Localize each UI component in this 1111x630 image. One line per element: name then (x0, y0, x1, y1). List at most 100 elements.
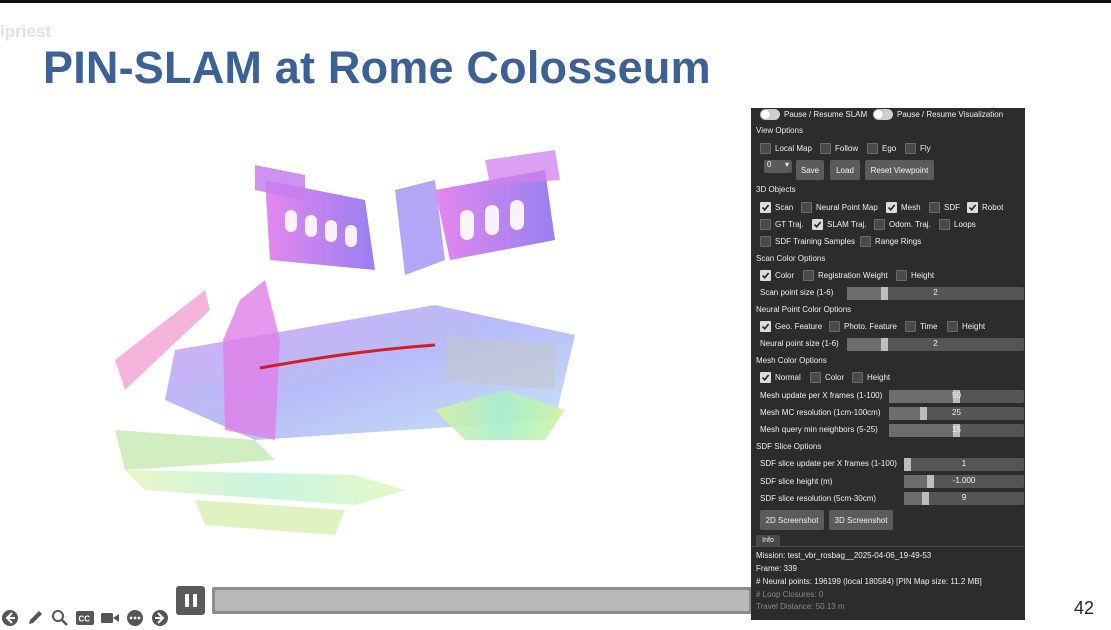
ego-label: Ego (882, 144, 897, 153)
slam-traj-checkbox[interactable]: SLAM Traj. (812, 219, 867, 230)
screenshot-2d-button[interactable]: 2D Screenshot (760, 510, 824, 530)
previous-slide-button[interactable] (0, 608, 20, 628)
fly-checkbox[interactable]: Fly (905, 143, 931, 154)
mesh-update-label: Mesh update per X frames (1-100) (760, 391, 883, 400)
neural-points-text: # Neural points: 196199 (local 180584) [… (756, 577, 982, 586)
sdf-slice-resolution-value: 9 (961, 493, 967, 502)
more-icon (127, 610, 143, 626)
slam-control-panel: Pause / Resume SLAM Pause / Resume Visua… (751, 108, 1025, 620)
sdf-slice-resolution-slider[interactable]: 9 (904, 492, 1024, 505)
sdf-slice-update-label: SDF slice update per X frames (1-100) (760, 459, 897, 468)
loop-closures-text: # Loop Closures: 0 (756, 590, 824, 599)
neural-point-size-label: Neural point size (1-6) (760, 339, 839, 348)
pen-button[interactable] (25, 608, 45, 628)
sdf-slice-height-label: SDF slice height (m) (760, 477, 833, 486)
robot-label: Robot (982, 203, 1004, 212)
mesh-color-title: Mesh Color Options (756, 356, 827, 365)
pause-slam-toggle[interactable] (760, 109, 780, 120)
sdf-slice-update-slider[interactable]: 1 (904, 458, 1024, 471)
range-rings-checkbox[interactable]: Range Rings (860, 236, 921, 247)
screenshot-3d-button[interactable]: 3D Screenshot (829, 510, 893, 530)
neural-point-size-value: 2 (933, 339, 938, 348)
arrow-right-icon (152, 610, 168, 626)
zoom-button[interactable] (50, 608, 70, 628)
scan-color-title: Scan Color Options (756, 254, 826, 263)
video-progress-fill (215, 590, 749, 611)
normal-label: Normal (775, 373, 801, 382)
photo-feature-checkbox[interactable]: Photo. Feature (829, 321, 897, 332)
scan-color-checkbox[interactable]: Color (760, 270, 794, 281)
slam-traj-label: SLAM Traj. (827, 220, 867, 229)
load-viewpoint-button[interactable]: Load (830, 160, 860, 180)
scan-height-checkbox[interactable]: Height (896, 270, 934, 281)
mesh-height-checkbox[interactable]: Height (852, 372, 890, 383)
mesh-label: Mesh (901, 203, 921, 212)
gt-traj-checkbox[interactable]: GT Traj. (760, 219, 804, 230)
neural-point-map-checkbox[interactable]: Neural Point Map (801, 202, 878, 213)
neural-point-size-slider[interactable]: 2 (847, 338, 1024, 351)
geo-feature-checkbox[interactable]: Geo. Feature (760, 321, 822, 332)
mesh-query-neighbors-value: 15 (952, 425, 961, 434)
mesh-query-neighbors-slider[interactable]: 15 (889, 424, 1024, 437)
fly-label: Fly (920, 144, 931, 153)
pause-visualization-toggle[interactable] (873, 109, 893, 120)
mesh-query-neighbors-label: Mesh query min neighbors (5-25) (760, 425, 878, 434)
chevron-down-icon: ▾ (784, 160, 789, 169)
sdf-training-samples-checkbox[interactable]: SDF Training Samples (760, 236, 855, 247)
presentation-toolbar: CC (0, 607, 170, 629)
robot-checkbox[interactable]: Robot (967, 202, 1003, 213)
arrow-left-icon (2, 610, 18, 626)
more-options-button[interactable] (125, 608, 145, 628)
scan-checkbox[interactable]: Scan (760, 202, 793, 213)
pause-visualization-label: Pause / Resume Visualization (897, 110, 1004, 119)
pause-slam-label: Pause / Resume SLAM (784, 110, 868, 119)
video-camera-icon (101, 613, 119, 623)
local-map-label: Local Map (775, 144, 812, 153)
viewpoint-select[interactable]: 0 ▾ (764, 160, 792, 173)
ego-checkbox[interactable]: Ego (867, 143, 896, 154)
gt-traj-label: GT Traj. (775, 220, 804, 229)
3d-objects-title: 3D Objects (756, 185, 796, 194)
mesh-mc-resolution-slider[interactable]: 25 (889, 407, 1024, 420)
scan-color-label: Color (775, 271, 795, 280)
mesh-update-slider[interactable]: 50 (889, 390, 1024, 403)
normal-checkbox[interactable]: Normal (760, 372, 801, 383)
sdf-slice-title: SDF Slice Options (756, 442, 822, 451)
slide-number: 42 (1074, 598, 1095, 618)
mesh-mc-resolution-value: 25 (952, 408, 961, 417)
travel-distance-text: Travel Distance: 50.13 m (756, 602, 845, 611)
search-icon (52, 610, 68, 626)
mesh-color-label: Color (825, 373, 845, 382)
loops-checkbox[interactable]: Loops (939, 219, 976, 230)
scan-point-size-slider[interactable]: 2 (847, 287, 1024, 300)
mesh-color-checkbox[interactable]: Color (810, 372, 844, 383)
time-checkbox[interactable]: Time (905, 321, 937, 332)
pause-icon (184, 594, 189, 607)
follow-checkbox[interactable]: Follow (820, 143, 858, 154)
svg-text:CC: CC (79, 615, 91, 624)
registration-weight-label: Registration Weight (818, 271, 888, 280)
registration-weight-checkbox[interactable]: Registration Weight (803, 270, 888, 281)
sdf-slice-height-slider[interactable]: -1.000 (904, 475, 1024, 488)
next-slide-button[interactable] (150, 608, 170, 628)
subtitles-button[interactable]: CC (75, 608, 95, 628)
top-border (0, 0, 1111, 3)
pause-button[interactable] (176, 586, 205, 615)
odom-traj-checkbox[interactable]: Odom. Traj. (874, 219, 931, 230)
camera-button[interactable] (100, 608, 120, 628)
point-cloud-viewport[interactable] (105, 140, 645, 560)
neural-point-map-label: Neural Point Map (816, 203, 878, 212)
frame-text: Frame: 339 (756, 564, 797, 573)
range-rings-label: Range Rings (875, 237, 922, 246)
mesh-checkbox[interactable]: Mesh (886, 202, 921, 213)
reset-viewpoint-button[interactable]: Reset Viewpoint (865, 160, 934, 180)
sdf-slice-update-value: 1 (961, 459, 967, 468)
save-viewpoint-button[interactable]: Save (796, 160, 824, 180)
follow-label: Follow (835, 144, 859, 153)
neural-height-checkbox[interactable]: Height (947, 321, 985, 332)
local-map-checkbox[interactable]: Local Map (760, 143, 812, 154)
sdf-slice-resolution-label: SDF slice resolution (5cm-30cm) (760, 494, 877, 503)
neural-point-color-title: Neural Point Color Options (756, 305, 852, 314)
sdf-checkbox[interactable]: SDF (929, 202, 960, 213)
view-options-title: View Options (756, 126, 803, 135)
